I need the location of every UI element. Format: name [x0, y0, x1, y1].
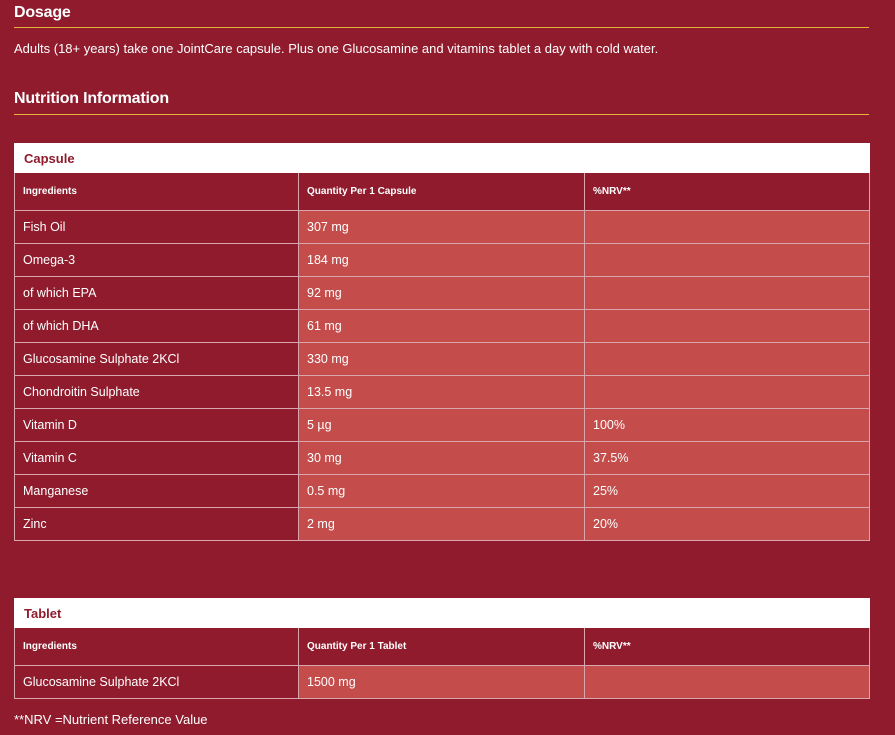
- table-row: Chondroitin Sulphate 13.5 mg: [14, 375, 871, 409]
- ingredient-cell: Glucosamine Sulphate 2KCl: [14, 342, 299, 376]
- quantity-cell: 61 mg: [298, 309, 585, 343]
- ingredient-cell: Fish Oil: [14, 210, 299, 244]
- tablet-caption: Tablet: [13, 598, 871, 628]
- table-row: Glucosamine Sulphate 2KCl 330 mg: [14, 342, 871, 376]
- table-row: Glucosamine Sulphate 2KCl 1500 mg: [14, 665, 871, 699]
- nrv-footnote: **NRV =Nutrient Reference Value: [14, 712, 208, 727]
- dosage-heading: Dosage: [14, 4, 71, 21]
- table-row: Fish Oil 307 mg: [14, 210, 871, 244]
- quantity-cell: 30 mg: [298, 441, 585, 475]
- header-quantity: Quantity Per 1 Tablet: [298, 627, 585, 666]
- quantity-cell: 92 mg: [298, 276, 585, 310]
- quantity-cell: 13.5 mg: [298, 375, 585, 409]
- ingredient-cell: Chondroitin Sulphate: [14, 375, 299, 409]
- table-row: of which EPA 92 mg: [14, 276, 871, 310]
- nrv-cell: [583, 276, 871, 310]
- tablet-caption-row: Tablet: [13, 598, 871, 628]
- nrv-cell: 37.5%: [583, 441, 871, 475]
- table-row: Zinc 2 mg 20%: [14, 507, 871, 541]
- table-row: Vitamin D5 µg 100%: [14, 408, 871, 442]
- header-ingredients: Ingredients: [14, 627, 299, 666]
- nrv-cell: 25%: [583, 474, 871, 508]
- quantity-cell: 184 mg: [298, 243, 585, 277]
- quantity-cell: 2 mg: [298, 507, 585, 541]
- nrv-cell: [583, 243, 871, 277]
- dosage-rule: [14, 27, 869, 28]
- ingredient-cell: of which DHA: [14, 309, 299, 343]
- capsule-table: Capsule Ingredients Quantity Per 1 Capsu…: [13, 143, 871, 541]
- table-row: Omega-3 184 mg: [14, 243, 871, 277]
- ingredient-cell: Omega-3: [14, 243, 299, 277]
- dosage-text: Adults (18+ years) take one JointCare ca…: [14, 41, 659, 56]
- nrv-cell: 20%: [583, 507, 871, 541]
- table-row: Vitamin C 30 mg 37.5%: [14, 441, 871, 475]
- quantity-cell: 330 mg: [298, 342, 585, 376]
- nrv-cell: [583, 342, 871, 376]
- capsule-header-row: Ingredients Quantity Per 1 Capsule %NRV*…: [14, 172, 871, 211]
- ingredient-cell: Zinc: [14, 507, 299, 541]
- quantity-cell: 307 mg: [298, 210, 585, 244]
- table-row: of which DHA 61 mg: [14, 309, 871, 343]
- ingredient-cell: Glucosamine Sulphate 2KCl: [14, 665, 299, 699]
- ingredient-cell: Vitamin C: [14, 441, 299, 475]
- ingredient-cell: Manganese: [14, 474, 299, 508]
- nrv-cell: 100%: [583, 408, 871, 442]
- capsule-caption: Capsule: [13, 143, 871, 173]
- tablet-header-row: Ingredients Quantity Per 1 Tablet %NRV**: [14, 627, 871, 666]
- nrv-cell: [583, 665, 871, 699]
- nrv-cell: [583, 375, 871, 409]
- quantity-cell: 1500 mg: [298, 665, 585, 699]
- tablet-table: Tablet Ingredients Quantity Per 1 Tablet…: [13, 598, 871, 699]
- header-quantity: Quantity Per 1 Capsule: [298, 172, 585, 211]
- nutrition-rule: [14, 114, 869, 115]
- header-ingredients: Ingredients: [14, 172, 299, 211]
- quantity-cell: 5 µg: [298, 408, 585, 442]
- nutrition-heading: Nutrition Information: [14, 90, 169, 107]
- nrv-cell: [583, 210, 871, 244]
- header-nrv: %NRV**: [583, 172, 871, 211]
- ingredient-cell: Vitamin D: [14, 408, 299, 442]
- quantity-cell: 0.5 mg: [298, 474, 585, 508]
- nrv-cell: [583, 309, 871, 343]
- table-row: Manganese 0.5 mg 25%: [14, 474, 871, 508]
- capsule-caption-row: Capsule: [13, 143, 871, 173]
- ingredient-cell: of which EPA: [14, 276, 299, 310]
- header-nrv: %NRV**: [583, 627, 871, 666]
